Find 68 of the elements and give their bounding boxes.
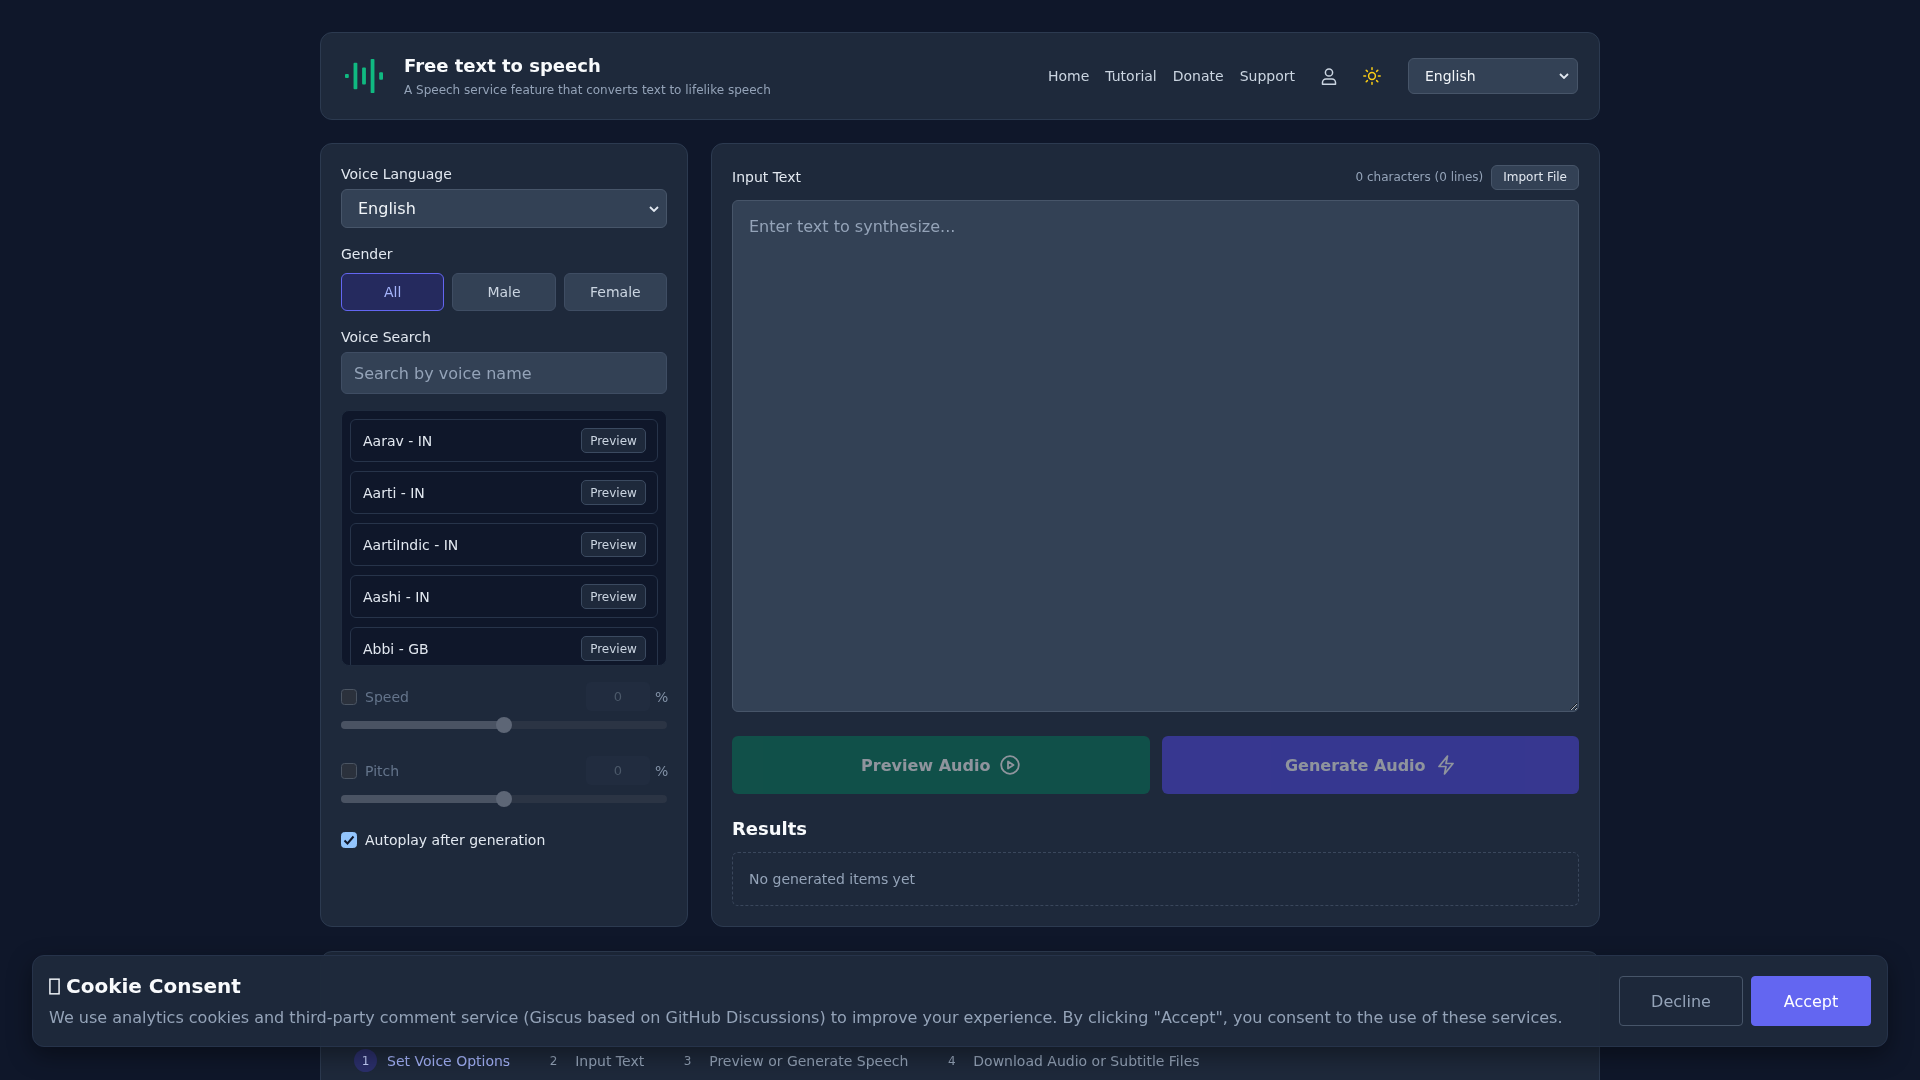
slider-thumb[interactable] bbox=[496, 791, 512, 807]
voice-name: Abbi - GB bbox=[363, 640, 429, 657]
voice-item[interactable]: Aarti - IN Preview bbox=[350, 471, 658, 514]
step-number: 2 bbox=[548, 1052, 559, 1070]
gender-option[interactable]: Female bbox=[563, 273, 667, 311]
checkbox-label: Autoplay after generation bbox=[365, 832, 546, 848]
empty-state-text: No generated items yet bbox=[749, 871, 915, 887]
sound-wave-icon bbox=[345, 57, 383, 95]
step-number: 1 bbox=[354, 1049, 377, 1072]
voice-name: Aashi - IN bbox=[363, 588, 430, 605]
voice-name: Aarti - IN bbox=[363, 484, 425, 501]
cookie-message: We use analytics cookies and third-party comment service (Giscus based on GitHub Discussions) to improve your experience. By clicking "Accept", you consent to the use of these services. bbox=[49, 1007, 1564, 1029]
checkbox[interactable] bbox=[341, 832, 357, 848]
lightning-icon bbox=[1435, 755, 1456, 775]
preview-button[interactable]: Preview bbox=[581, 480, 646, 505]
setting-label: Speed bbox=[365, 688, 410, 705]
step-number: 4 bbox=[947, 1052, 957, 1070]
nav-link[interactable]: Support bbox=[1239, 66, 1295, 86]
chevron-down-icon bbox=[649, 205, 659, 212]
step-label: Input Text bbox=[575, 1052, 645, 1069]
language-select[interactable]: English bbox=[1408, 58, 1578, 94]
import-file-button[interactable]: Import File bbox=[1491, 164, 1579, 190]
chevron-down-icon bbox=[1559, 73, 1569, 79]
voice-search-field[interactable]: Search by voice name bbox=[341, 352, 667, 394]
gender-option[interactable]: Male bbox=[452, 273, 556, 311]
field-label: Voice Language bbox=[341, 165, 453, 184]
unit-label: % bbox=[655, 762, 667, 779]
voice-item[interactable]: Aarav - IN Preview bbox=[350, 419, 658, 462]
voice-item[interactable]: Abbi - GB Preview bbox=[350, 627, 658, 665]
sun-icon[interactable] bbox=[1363, 67, 1381, 85]
step-label: Set Voice Options bbox=[387, 1052, 511, 1069]
slider-track[interactable] bbox=[341, 791, 667, 807]
slider-track[interactable] bbox=[341, 717, 667, 733]
step-label: Preview or Generate Speech bbox=[709, 1052, 909, 1069]
voice-item[interactable]: AartiIndic - IN Preview bbox=[350, 523, 658, 566]
voice-name: Aarav - IN bbox=[363, 432, 433, 449]
cookie-button[interactable]: Accept bbox=[1751, 976, 1871, 1026]
step-number: 3 bbox=[682, 1052, 693, 1070]
preview-button[interactable]: Preview bbox=[581, 584, 646, 609]
preview-button[interactable]: Preview bbox=[581, 532, 646, 557]
section-heading: Results bbox=[732, 817, 809, 841]
play-circle-icon bbox=[1000, 755, 1021, 775]
text-input-field[interactable]: Enter text to synthesize... bbox=[732, 200, 1579, 712]
cookie-title: Cookie Consent bbox=[66, 973, 241, 1000]
preview-button[interactable]: Preview bbox=[581, 428, 646, 453]
voice-language-select[interactable]: English bbox=[341, 189, 667, 228]
nav-link[interactable]: Donate bbox=[1172, 66, 1224, 86]
voice-item[interactable]: Aashi - IN Preview bbox=[350, 575, 658, 618]
app-subtitle: A Speech service feature that converts text to lifelike speech bbox=[404, 82, 771, 98]
preview-button[interactable]: Preview bbox=[581, 636, 646, 661]
checkbox[interactable] bbox=[341, 688, 357, 705]
step-label: Download Audio or Subtitle Files bbox=[973, 1052, 1200, 1069]
nav-link[interactable]: Home bbox=[1047, 66, 1090, 86]
nav-link[interactable]: Tutorial bbox=[1105, 66, 1157, 86]
field-label: Voice Search bbox=[341, 328, 432, 347]
field-label: Gender bbox=[341, 245, 394, 264]
gender-option[interactable]: All bbox=[341, 273, 445, 311]
character-count: 0 characters (0 lines) bbox=[1355, 170, 1484, 184]
unit-label: % bbox=[655, 688, 667, 705]
cookie-button[interactable]: Decline bbox=[1619, 976, 1743, 1026]
app-title: Free text to speech bbox=[404, 54, 602, 78]
glyph-box-icon bbox=[49, 977, 60, 995]
setting-label: Pitch bbox=[365, 762, 401, 779]
checkbox[interactable] bbox=[341, 762, 357, 779]
field-label: Input Text bbox=[732, 168, 801, 187]
voice-name: AartiIndic - IN bbox=[363, 536, 459, 553]
user-icon[interactable] bbox=[1320, 67, 1338, 85]
slider-thumb[interactable] bbox=[496, 717, 512, 733]
